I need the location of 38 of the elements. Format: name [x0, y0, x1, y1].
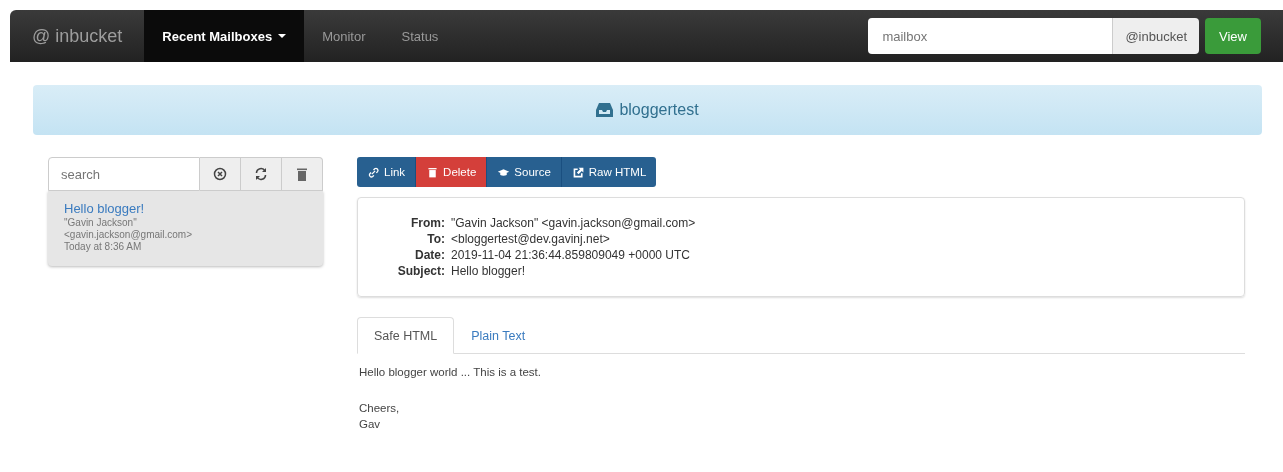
header-label: Date:: [414, 248, 445, 262]
clear-button[interactable]: [200, 157, 241, 191]
search-field[interactable]: search: [48, 157, 200, 191]
header-value: <bloggertest@dev.gavinj.net>: [451, 232, 611, 246]
header-value: Hello blogger!: [451, 264, 527, 278]
nav-item[interactable]: Monitor: [304, 10, 384, 62]
body-text: Hello blogger world ... This is a test.: [359, 365, 542, 380]
inbox-icon: [596, 102, 614, 118]
sender-address: <gavin.jackson@gmail.com>: [64, 229, 193, 240]
header-value: 2019-11-04 21:36:44.859809049 +0000 UTC: [451, 248, 691, 262]
header-label: Subject:: [396, 264, 445, 278]
header-label: To:: [426, 232, 445, 246]
header-label: From:: [410, 216, 445, 230]
delete-all-button[interactable]: [282, 157, 323, 191]
refresh-button[interactable]: [241, 157, 282, 191]
action-button[interactable]: Link: [357, 157, 416, 187]
brand-logo[interactable]: @ inbucket: [10, 10, 145, 62]
view-button[interactable]: View: [1205, 18, 1261, 54]
body-text: Gav: [359, 417, 382, 432]
action-button[interactable]: Source: [486, 157, 561, 187]
sender-name: "Gavin Jackson": [64, 217, 138, 228]
action-button[interactable]: Raw HTML: [560, 157, 657, 187]
message-date: Today at 8:36 AM: [64, 241, 143, 252]
action-button[interactable]: Delete: [415, 157, 487, 187]
header-value: "Gavin Jackson" <gavin.jackson@gmail.com>: [451, 216, 697, 230]
message-subject: Hello blogger!: [64, 201, 146, 216]
domain-suffix: @inbucket: [1112, 18, 1200, 54]
clear-icon: [213, 167, 227, 181]
view-tab[interactable]: Safe HTML: [357, 317, 455, 354]
body-text: Cheers,: [359, 401, 401, 416]
nav-item[interactable]: Status: [383, 10, 457, 62]
caret-icon: [278, 34, 287, 38]
refresh-icon: [254, 167, 268, 181]
nav-item[interactable]: Recent Mailboxes: [144, 10, 305, 62]
message-list-item[interactable]: Hello blogger! "Gavin Jackson" <gavin.jackson@gmail.com> Today at 8:36 AM: [48, 191, 323, 266]
mailbox-name: bloggertest: [619, 101, 699, 119]
view-tab[interactable]: Plain Text: [454, 317, 543, 354]
trash-icon: [296, 167, 308, 181]
